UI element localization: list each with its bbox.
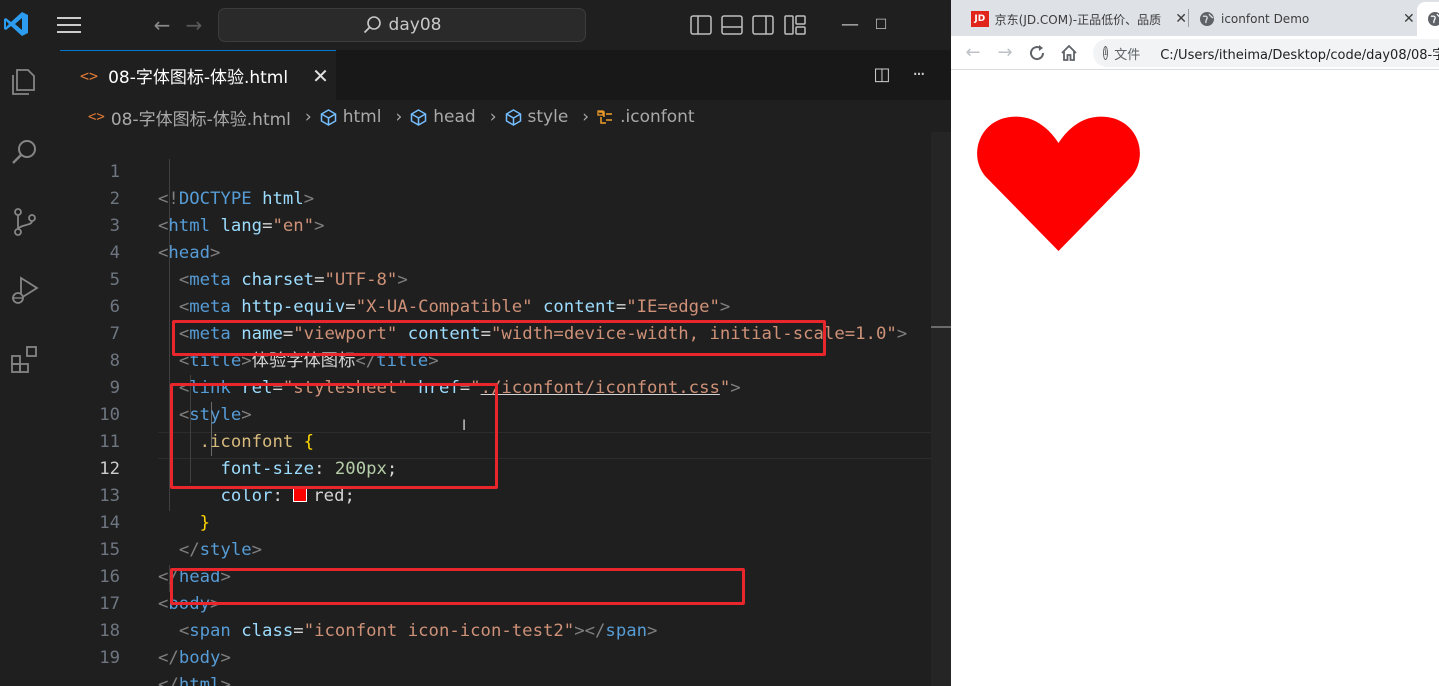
token: body bbox=[178, 648, 221, 668]
page-content bbox=[951, 71, 1439, 686]
vscode-logo-icon bbox=[4, 12, 28, 36]
address-scheme-label: 文件 bbox=[1114, 47, 1141, 63]
close-tab-icon[interactable]: ✕ bbox=[1175, 11, 1187, 27]
extensions-icon[interactable] bbox=[9, 344, 41, 376]
code-line-16: 16 <body> bbox=[60, 537, 931, 614]
annotation-box-span bbox=[170, 568, 745, 605]
editor-tab-active[interactable]: <> 08-字体图标-体验.html ✕ bbox=[60, 50, 336, 100]
breadcrumb-html[interactable]: html › bbox=[320, 107, 411, 127]
browser-tab-jd[interactable]: JD 京东(JD.COM)-正品低价、品质 ✕ bbox=[951, 2, 1187, 36]
browser-tab-title: iconfont Demo bbox=[1221, 12, 1310, 26]
code-line-4: 4 <meta charset="UTF-8"> bbox=[60, 213, 931, 290]
activity-bar bbox=[0, 50, 50, 686]
search-icon[interactable] bbox=[9, 136, 41, 168]
token: </ bbox=[158, 675, 179, 686]
code-line-5: 5 <meta http-equiv="X-UA-Compatible" con… bbox=[60, 240, 931, 317]
breadcrumb-style[interactable]: style › bbox=[505, 107, 598, 127]
chevron-right-icon: › bbox=[395, 107, 403, 127]
title-bar: ← → day08 — ☐ bbox=[0, 0, 951, 50]
heart-icon bbox=[977, 116, 1140, 251]
breadcrumb-label: html bbox=[342, 107, 382, 127]
breadcrumb-label: .iconfont bbox=[620, 107, 695, 127]
search-icon bbox=[363, 16, 381, 34]
close-tab-icon[interactable]: ✕ bbox=[312, 64, 329, 88]
browser-tab-strip: JD 京东(JD.COM)-正品低价、品质 ✕ iconfont Demo ✕ bbox=[951, 0, 1439, 36]
customize-layout-icon[interactable] bbox=[784, 15, 806, 35]
close-tab-icon[interactable]: ✕ bbox=[1403, 11, 1415, 27]
token: > bbox=[220, 648, 231, 668]
source-control-icon[interactable] bbox=[9, 206, 41, 238]
explorer-files-icon[interactable] bbox=[9, 66, 41, 98]
globe-icon bbox=[1200, 12, 1214, 26]
breadcrumb-selector[interactable]: .iconfont bbox=[597, 107, 695, 127]
code-line-6: 6 <meta name="viewport" content="width=d… bbox=[60, 267, 931, 344]
code-line-3: 3 <head> bbox=[60, 186, 931, 263]
toggle-primary-sidebar-icon[interactable] bbox=[690, 15, 712, 35]
globe-icon bbox=[1428, 12, 1439, 26]
toggle-secondary-sidebar-icon[interactable] bbox=[752, 15, 774, 35]
breadcrumb: <> 08-字体图标-体验.html › html › head › style… bbox=[60, 102, 951, 132]
command-center-search[interactable]: day08 bbox=[218, 8, 586, 42]
site-info-icon[interactable]: i bbox=[1103, 46, 1109, 60]
html-file-icon: <> bbox=[88, 109, 105, 125]
code-line-7: 7 <title>体验字体图标</title> bbox=[60, 294, 931, 371]
code-editor[interactable]: 1 <!DOCTYPE html> 2 <html lang="en"> 3 <… bbox=[60, 132, 931, 686]
token: > bbox=[220, 675, 231, 686]
html-file-icon: <> bbox=[80, 66, 99, 85]
chevron-right-icon: › bbox=[582, 107, 590, 127]
browser-tab-active[interactable] bbox=[1417, 2, 1439, 36]
hamburger-menu-icon[interactable] bbox=[56, 14, 82, 36]
annotation-box-link bbox=[172, 320, 826, 356]
code-line-2: 2 <html lang="en"> bbox=[60, 159, 931, 236]
breadcrumb-label: head bbox=[433, 107, 476, 127]
breadcrumb-head[interactable]: head › bbox=[410, 107, 504, 127]
editor-scrollbar[interactable] bbox=[931, 132, 951, 686]
maximize-window-icon[interactable]: ☐ bbox=[866, 10, 896, 40]
vscode-window: ← → day08 — ☐ <> 08-字体图标-体验.html ✕ ◫ ···… bbox=[0, 0, 951, 686]
scrollbar-cursor-marker bbox=[931, 326, 951, 328]
element-cube-icon bbox=[411, 108, 427, 126]
code-line-1: 1 <!DOCTYPE html> bbox=[60, 132, 931, 209]
browser-tab-iconfont[interactable]: iconfont Demo ✕ bbox=[1189, 2, 1421, 36]
address-url: C:/Users/itheima/Desktop/code/day08/08-字… bbox=[1160, 47, 1439, 63]
search-text: day08 bbox=[388, 15, 442, 35]
css-rule-icon bbox=[597, 109, 613, 124]
home-icon[interactable] bbox=[1059, 43, 1079, 63]
split-editor-icon[interactable]: ◫ bbox=[870, 64, 894, 86]
element-cube-icon bbox=[505, 108, 521, 126]
tab-filename: 08-字体图标-体验.html bbox=[108, 68, 289, 88]
minimize-window-icon[interactable]: — bbox=[835, 10, 865, 40]
back-arrow-icon[interactable]: ← bbox=[962, 42, 984, 64]
breadcrumb-file-label: 08-字体图标-体验.html bbox=[110, 109, 291, 130]
browser-toolbar: ← → i 文件 C:/Users/itheima/Desktop/code/d… bbox=[951, 36, 1439, 70]
code-line-19: 19 </html> bbox=[60, 618, 931, 686]
token: html bbox=[178, 675, 221, 686]
line-number: 19 bbox=[99, 648, 120, 668]
jd-favicon-icon: JD bbox=[971, 11, 989, 27]
breadcrumb-file[interactable]: <> 08-字体图标-体验.html › bbox=[88, 105, 320, 130]
chevron-right-icon: › bbox=[489, 107, 497, 127]
chevron-right-icon: › bbox=[304, 107, 312, 127]
code-line-15: 15 </head> bbox=[60, 510, 931, 587]
more-actions-icon[interactable]: ··· bbox=[906, 64, 930, 86]
toggle-panel-icon[interactable] bbox=[721, 15, 743, 35]
back-arrow-icon[interactable]: ← bbox=[150, 14, 174, 38]
element-cube-icon bbox=[320, 108, 336, 126]
browser-tab-title: 京东(JD.COM)-正品低价、品质 bbox=[994, 12, 1162, 27]
run-and-debug-icon[interactable] bbox=[9, 274, 41, 306]
editor-tab-bar: <> 08-字体图标-体验.html ✕ ◫ ··· bbox=[60, 50, 951, 100]
address-bar[interactable]: i 文件 C:/Users/itheima/Desktop/code/day08… bbox=[1093, 39, 1439, 67]
annotation-box-style bbox=[170, 383, 498, 489]
breadcrumb-label: style bbox=[527, 107, 569, 127]
forward-arrow-icon[interactable]: → bbox=[994, 42, 1016, 64]
forward-arrow-icon[interactable]: → bbox=[182, 14, 206, 38]
screen: ← → day08 — ☐ <> 08-字体图标-体验.html ✕ ◫ ···… bbox=[0, 0, 1439, 686]
browser-window: JD 京东(JD.COM)-正品低价、品质 ✕ iconfont Demo ✕ bbox=[951, 0, 1439, 686]
reload-icon[interactable] bbox=[1027, 43, 1047, 63]
token: </ bbox=[158, 648, 179, 668]
